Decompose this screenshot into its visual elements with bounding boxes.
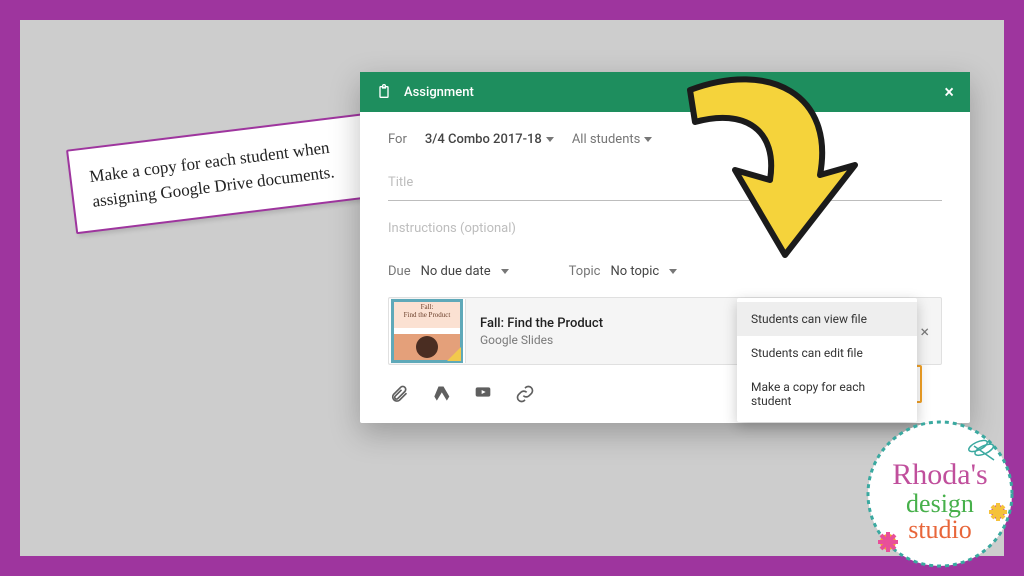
clipboard-icon [376, 83, 392, 101]
due-date-dropdown[interactable]: Due No due date [388, 264, 509, 279]
audience-dropdown[interactable]: All students [572, 132, 653, 147]
chevron-down-icon [546, 137, 554, 142]
youtube-icon[interactable] [472, 383, 494, 405]
thumb-text-2: Find the Product [394, 312, 460, 320]
due-topic-row: Due No due date Topic No topic [388, 264, 942, 279]
perm-option-view[interactable]: Students can view file [737, 302, 917, 336]
due-label: Due [388, 264, 411, 279]
drive-icon[interactable] [430, 383, 452, 405]
brand-logo: Rhoda's design studio [860, 414, 1020, 574]
topic-label: Topic [569, 264, 601, 279]
class-dropdown-value: 3/4 Combo 2017-18 [425, 132, 542, 147]
class-dropdown[interactable]: 3/4 Combo 2017-18 [425, 132, 554, 147]
annotation-text: Make a copy for each student when assign… [88, 138, 335, 211]
title-input[interactable]: Title [388, 169, 942, 201]
assignment-for-row: For 3/4 Combo 2017-18 All students [388, 132, 942, 147]
topic-value: No topic [610, 264, 659, 279]
chevron-down-icon [644, 137, 652, 142]
close-icon[interactable]: × [944, 82, 954, 103]
attachment-thumbnail: Fall: Find the Product [389, 299, 466, 363]
assignment-modal: Assignment × For 3/4 Combo 2017-18 All s… [360, 72, 970, 423]
modal-body: For 3/4 Combo 2017-18 All students Title… [360, 112, 970, 423]
remove-attachment-icon[interactable]: × [920, 322, 929, 341]
due-value: No due date [421, 264, 491, 279]
chevron-down-icon [669, 269, 677, 274]
chevron-down-icon [501, 269, 509, 274]
attach-file-icon[interactable] [388, 383, 410, 405]
link-icon[interactable] [514, 383, 536, 405]
modal-header: Assignment × [360, 72, 970, 112]
perm-option-copy[interactable]: Make a copy for each student [737, 370, 917, 418]
logo-line3: studio [908, 515, 972, 544]
modal-title: Assignment [404, 85, 474, 100]
audience-dropdown-value: All students [572, 132, 641, 147]
logo-line2: design [906, 489, 974, 518]
title-placeholder: Title [388, 175, 413, 190]
permission-dropdown-menu: Students can view file Students can edit… [737, 298, 917, 422]
for-label: For [388, 132, 407, 147]
attachment-card[interactable]: Fall: Find the Product Fall: Find the Pr… [388, 297, 942, 365]
instructions-input[interactable]: Instructions (optional) [388, 215, 942, 246]
topic-dropdown[interactable]: Topic No topic [569, 264, 678, 279]
instructions-placeholder: Instructions (optional) [388, 221, 516, 236]
perm-option-edit[interactable]: Students can edit file [737, 336, 917, 370]
logo-line1: Rhoda's [892, 458, 987, 491]
